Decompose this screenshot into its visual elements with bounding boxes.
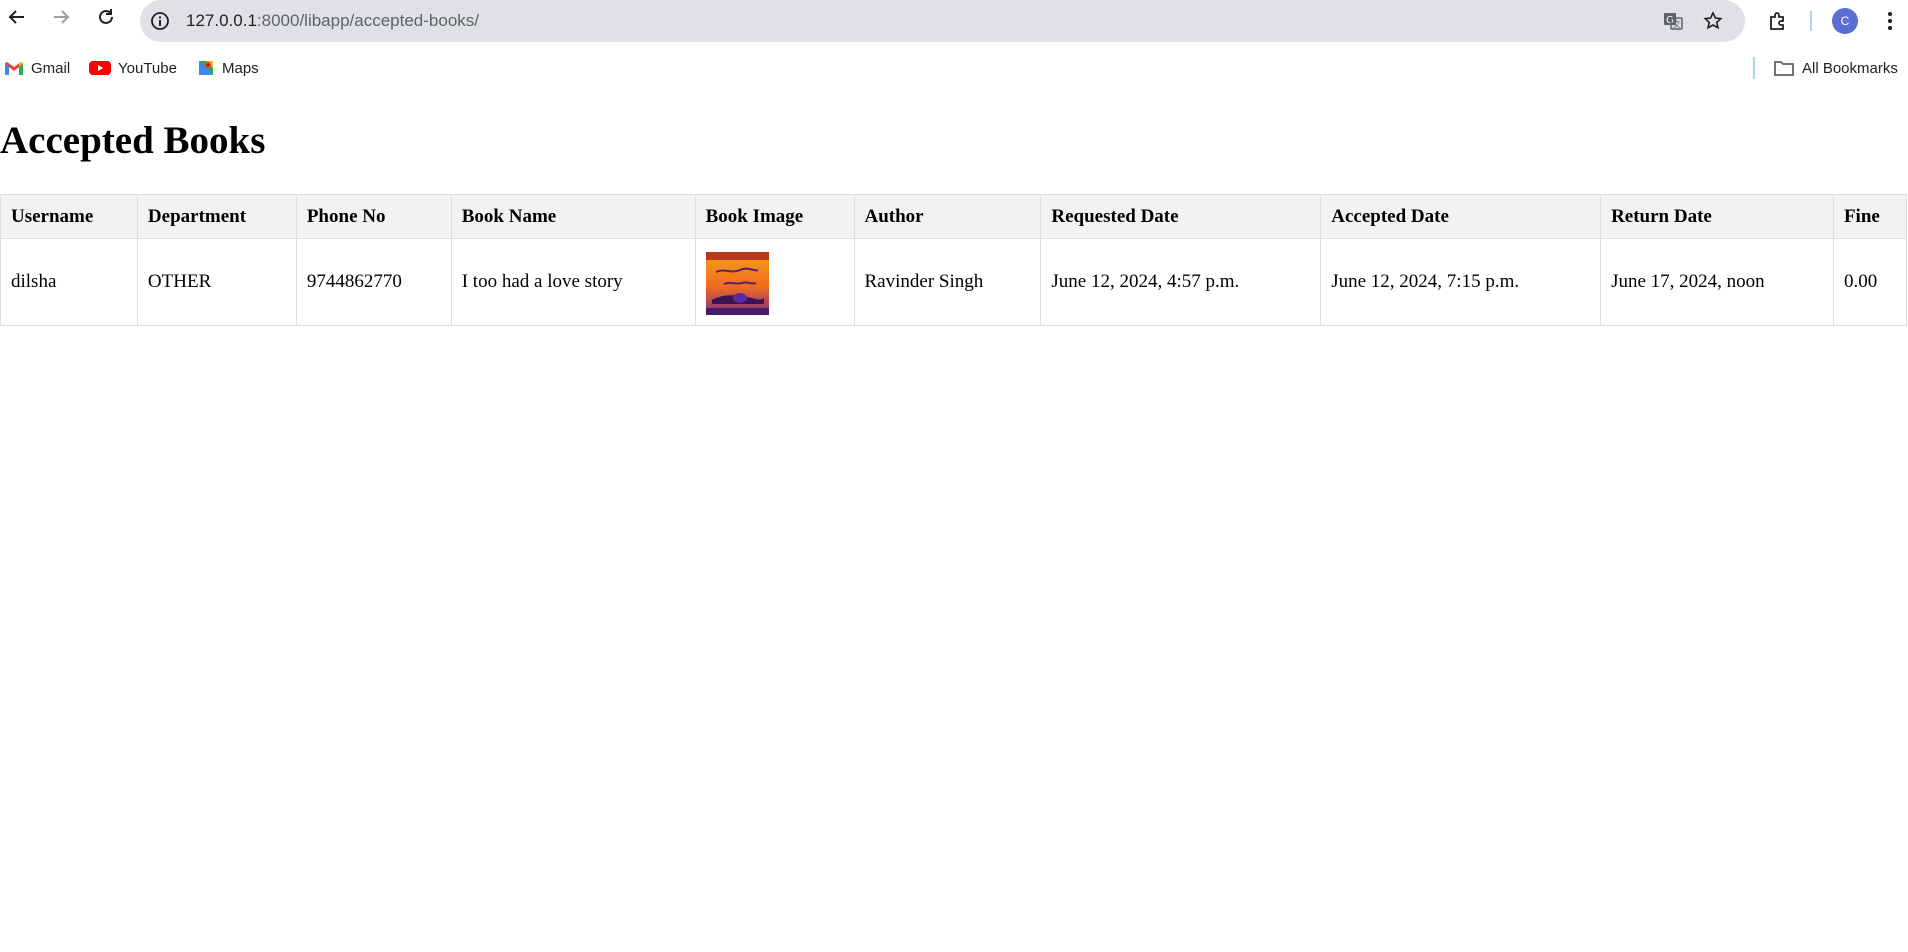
address-bar[interactable]: 127.0.0.1:8000/libapp/accepted-books/ G … bbox=[140, 0, 1745, 42]
header-return-date: Return Date bbox=[1600, 194, 1834, 239]
cell-accepted-date: June 12, 2024, 7:15 p.m. bbox=[1320, 238, 1602, 326]
cell-return-date: June 17, 2024, noon bbox=[1600, 238, 1834, 326]
cell-book-image bbox=[694, 238, 855, 326]
header-row: Username Department Phone No Book Name B… bbox=[0, 194, 1908, 239]
reload-button[interactable] bbox=[94, 5, 118, 29]
cell-department: OTHER bbox=[136, 238, 297, 326]
bookmark-label: Maps bbox=[222, 59, 259, 77]
cell-requested-date: June 12, 2024, 4:57 p.m. bbox=[1040, 238, 1322, 326]
translate-icon[interactable]: G 文 bbox=[1661, 9, 1685, 33]
bookmark-youtube[interactable]: YouTube bbox=[89, 56, 177, 80]
header-department: Department bbox=[136, 194, 297, 239]
site-info-icon[interactable] bbox=[148, 9, 172, 33]
toolbar-divider bbox=[1810, 11, 1812, 31]
header-author: Author bbox=[853, 194, 1042, 239]
url-text[interactable]: 127.0.0.1:8000/libapp/accepted-books/ bbox=[186, 11, 479, 31]
header-requested-date: Requested Date bbox=[1040, 194, 1322, 239]
svg-text:文: 文 bbox=[1673, 19, 1681, 29]
cell-fine: 0.00 bbox=[1832, 238, 1908, 326]
maps-icon bbox=[199, 61, 213, 75]
more-menu-icon[interactable] bbox=[1877, 8, 1903, 34]
youtube-icon bbox=[89, 61, 111, 75]
cell-username: dilsha bbox=[0, 238, 138, 326]
header-username: Username bbox=[0, 194, 138, 239]
all-bookmarks-label: All Bookmarks bbox=[1802, 59, 1898, 77]
url-host: 127.0.0.1 bbox=[186, 11, 257, 30]
header-phone: Phone No bbox=[295, 194, 452, 239]
extensions-icon[interactable] bbox=[1765, 8, 1791, 34]
bookmarks-bar: Gmail YouTube Maps All Bookmarks bbox=[0, 52, 1908, 84]
back-arrow-icon bbox=[8, 10, 24, 24]
browser-toolbar: 127.0.0.1:8000/libapp/accepted-books/ G … bbox=[0, 0, 1908, 42]
cell-book-name: I too had a love story bbox=[450, 238, 696, 326]
header-book-name: Book Name bbox=[450, 194, 696, 239]
table-row: dilsha OTHER 9744862770 I too had a love… bbox=[0, 238, 1908, 326]
header-accepted-date: Accepted Date bbox=[1320, 194, 1602, 239]
cell-author: Ravinder Singh bbox=[853, 238, 1042, 326]
bookmark-label: YouTube bbox=[118, 59, 177, 77]
table-header: Username Department Phone No Book Name B… bbox=[0, 194, 1908, 239]
forward-arrow-icon bbox=[54, 10, 70, 24]
bookmark-label: Gmail bbox=[31, 59, 71, 77]
cell-phone: 9744862770 bbox=[295, 238, 452, 326]
bookmark-gmail[interactable]: Gmail bbox=[4, 56, 70, 80]
url-path: :8000/libapp/accepted-books/ bbox=[256, 11, 480, 30]
page-title: Accepted Books bbox=[0, 119, 266, 162]
forward-button[interactable] bbox=[49, 5, 73, 29]
folder-icon bbox=[1774, 61, 1794, 76]
all-bookmarks-button[interactable]: All Bookmarks bbox=[1773, 56, 1898, 80]
back-button[interactable] bbox=[5, 5, 29, 29]
bookmark-maps[interactable]: Maps bbox=[197, 56, 259, 80]
accepted-books-table: Username Department Phone No Book Name B… bbox=[0, 194, 1908, 326]
bookmarks-divider bbox=[1753, 57, 1755, 79]
gmail-icon bbox=[5, 62, 23, 75]
header-fine: Fine bbox=[1832, 194, 1908, 239]
bookmark-star-icon[interactable] bbox=[1701, 9, 1725, 33]
profile-avatar[interactable]: C bbox=[1832, 8, 1858, 34]
book-cover-image bbox=[705, 252, 769, 315]
reload-icon bbox=[99, 9, 113, 24]
header-book-image: Book Image bbox=[694, 194, 855, 239]
